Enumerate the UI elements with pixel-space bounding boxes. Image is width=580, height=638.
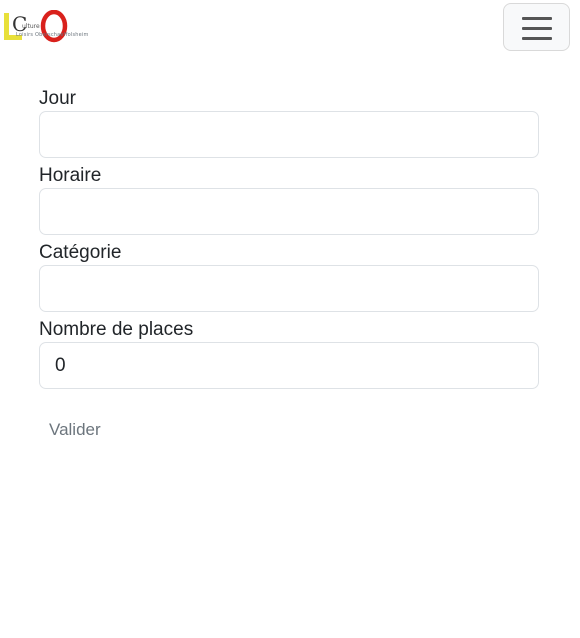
jour-label: Jour [39, 88, 76, 109]
jour-input[interactable] [39, 111, 539, 158]
nombre-places-label: Nombre de places [39, 319, 194, 340]
categorie-label: Catégorie [39, 242, 122, 263]
categorie-input[interactable] [39, 265, 539, 312]
navbar: C ulture Loisirs Oberschaeffolsheim [0, 0, 580, 60]
brand-logo[interactable]: C ulture Loisirs Oberschaeffolsheim [4, 9, 122, 44]
svg-text:ulture: ulture [22, 23, 40, 30]
horaire-label: Horaire [39, 165, 102, 186]
brand-tagline: Loisirs Oberschaeffolsheim [16, 32, 89, 38]
valider-button[interactable]: Valider [39, 412, 111, 448]
reservation-form: Jour Horaire Catégorie Nombre de places [39, 87, 539, 395]
nombre-places-input[interactable] [39, 342, 539, 389]
horaire-input[interactable] [39, 188, 539, 235]
menu-toggle-button[interactable] [503, 3, 570, 51]
logo-icon: C ulture [4, 9, 68, 43]
